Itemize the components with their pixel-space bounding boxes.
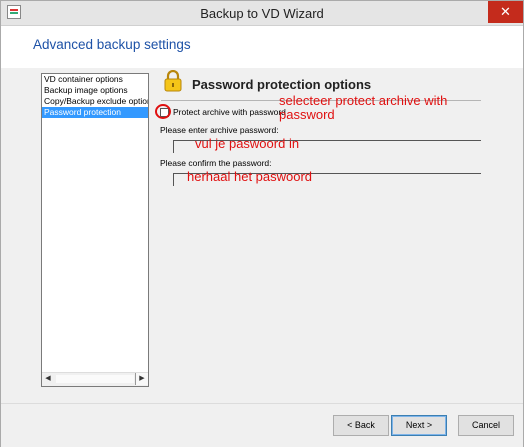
scroll-left-icon[interactable]: ◀ <box>42 373 54 385</box>
annotation-enter-password: vul je paswoord in <box>195 136 300 151</box>
next-button[interactable]: Next > <box>391 415 447 436</box>
back-button[interactable]: < Back <box>333 415 389 436</box>
wizard-footer: < Back Next > Cancel <box>1 404 523 447</box>
page-title: Advanced backup settings <box>33 37 191 52</box>
list-item-exclude-options[interactable]: Copy/Backup exclude options <box>42 96 148 107</box>
scroll-thumb[interactable] <box>56 375 134 383</box>
annotation-repeat-password: herhaal het paswoord <box>187 169 313 184</box>
annotation-circle <box>155 104 171 119</box>
list-item-password-protection[interactable]: Password protection <box>42 107 148 118</box>
wizard-window: Backup to VD Wizard ✕ Advanced backup se… <box>0 0 524 447</box>
lock-icon <box>164 70 182 92</box>
list-item-backup-image[interactable]: Backup image options <box>42 85 148 96</box>
title-bar: Backup to VD Wizard ✕ <box>1 1 523 26</box>
confirm-password-label: Please confirm the password: <box>160 158 272 168</box>
cancel-button[interactable]: Cancel <box>458 415 514 436</box>
section-title: Password protection options <box>192 77 372 92</box>
password-label: Please enter archive password: <box>160 125 279 135</box>
window-title: Backup to VD Wizard <box>200 6 324 21</box>
close-button[interactable]: ✕ <box>488 1 523 23</box>
scroll-right-icon[interactable]: ▶ <box>135 373 148 385</box>
protect-archive-label[interactable]: Protect archive with password <box>173 107 286 117</box>
list-item-vd-container[interactable]: VD container options <box>42 74 148 85</box>
settings-category-list[interactable]: VD container options Backup image option… <box>41 73 149 387</box>
annotation-select-protect: selecteer protect archive with password <box>279 93 448 122</box>
wizard-header: Advanced backup settings <box>1 26 523 68</box>
wizard-content: VD container options Backup image option… <box>1 68 523 403</box>
horizontal-scrollbar[interactable]: ◀ ▶ <box>42 372 148 386</box>
